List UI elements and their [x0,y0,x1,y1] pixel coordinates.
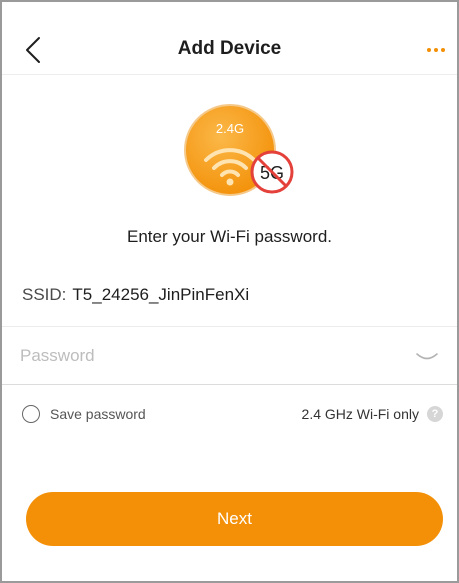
eye-closed-icon [416,353,438,360]
ssid-label: SSID: [22,285,67,304]
page-title: Add Device [177,38,282,59]
header-bar: Add Device [2,2,457,94]
wifi-band-illustration: 2.4G 5G [174,102,304,202]
save-password-radio[interactable] [22,405,40,423]
password-visibility-toggle[interactable] [414,347,440,367]
divider [2,384,457,385]
instruction-text: Enter your Wi-Fi password. [127,227,332,246]
divider [2,326,457,327]
app-frame: Add Device 2.4G Enter your Wi-Fi passwor… [0,0,459,583]
band-24g-label: 2.4G [216,121,244,136]
ssid-value: T5_24256_JinPinFenXi [72,285,250,304]
save-password-option[interactable]: Save password [22,400,146,428]
band-note: 2.4 GHz Wi-Fi only ? [302,400,443,428]
password-input[interactable] [20,336,390,376]
no-5g-icon: 5G [250,150,294,194]
save-password-label: Save password [50,406,146,422]
ellipsis-icon [427,48,445,52]
ssid-row: SSID: T5_24256_JinPinFenXi [22,285,249,305]
band-note-text: 2.4 GHz Wi-Fi only [301,406,419,422]
more-options-button[interactable] [417,36,453,64]
header-divider [2,74,457,75]
question-mark-icon[interactable]: ? [427,406,443,422]
next-button[interactable]: Next [26,492,443,546]
